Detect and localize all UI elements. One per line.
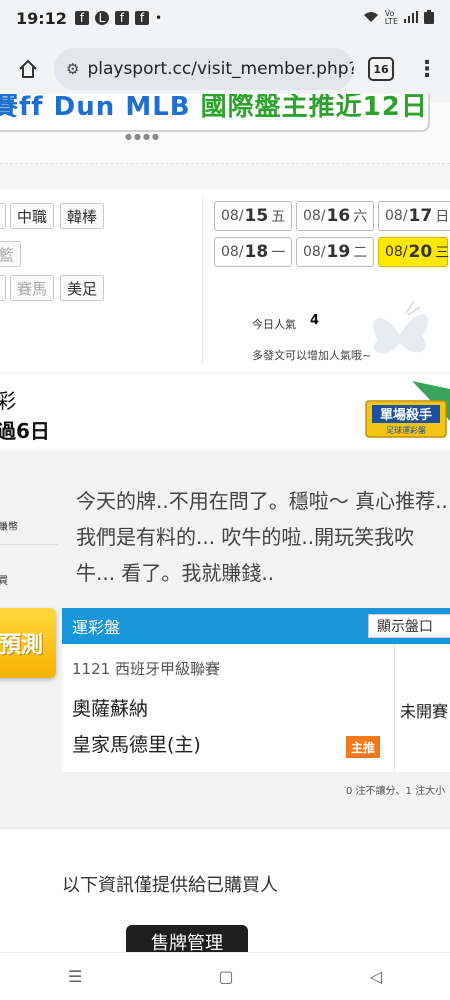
sport-button-partial[interactable]	[0, 275, 6, 301]
date-button-0819[interactable]: 08/19 二	[296, 237, 375, 267]
page-title: 彩	[0, 389, 16, 413]
notification-icons: f L f f •	[74, 11, 163, 25]
sport-button-horse-racing[interactable]: 賽馬	[10, 275, 55, 301]
badge-sub-text: 足球運彩盤	[386, 425, 426, 435]
divider	[202, 197, 203, 365]
more-notifications-icon: •	[154, 11, 163, 25]
facebook-icon: f	[134, 11, 149, 25]
recent-apps-icon[interactable]: ☰	[68, 967, 82, 986]
title-area: 彩 過6日 單場殺手 足球運彩盤	[0, 372, 450, 450]
tab-count: 16	[373, 62, 389, 76]
system-status-icons: Vo LTE	[363, 9, 434, 27]
bottom-area: 以下資訊僅提供給已購買人 售牌管理	[0, 828, 450, 953]
sport-button-basketball[interactable]: 籃	[0, 241, 22, 267]
home-team: 皇家馬德里(主)	[72, 734, 201, 756]
spacer	[0, 164, 450, 188]
away-team: 奧薩蘇納	[72, 698, 149, 720]
site-settings-icon[interactable]: ⚙	[66, 60, 79, 78]
line-icon: L	[94, 11, 109, 25]
tab-switcher-button[interactable]: 16	[368, 57, 394, 81]
date-button-0816[interactable]: 08/16 六	[296, 201, 375, 231]
sport-button-partial[interactable]	[0, 203, 6, 229]
sidebar-item-buy[interactable]: 買	[0, 572, 8, 587]
sport-button-kbo[interactable]: 韓棒	[60, 203, 105, 229]
odds-panel-header: 運彩盤 顯示盤口	[62, 608, 450, 644]
wifi-icon	[363, 11, 379, 26]
odds-panel: 運彩盤 顯示盤口 1121 西班牙甲級聯賽 奧薩蘇納 皇家馬德里(主) 主推 未…	[62, 608, 450, 772]
banner-text-green: 國際盤主推近12日過11	[200, 94, 428, 122]
buyer-info-text: 以下資訊僅提供給已購買人	[62, 875, 278, 896]
date-button-0818[interactable]: 08/18 一	[214, 237, 293, 267]
status-bar: 19:12 f L f f • Vo LTE	[0, 0, 450, 36]
status-time: 19:12	[16, 8, 67, 28]
divider	[394, 644, 395, 772]
battery-icon	[424, 9, 434, 27]
popularity-label: 今日人氣	[252, 318, 296, 331]
main-pick-badge: 主推	[346, 736, 381, 758]
volte-icon: Vo LTE	[384, 9, 398, 26]
signal-icon	[404, 10, 418, 26]
carousel-dots[interactable]: ●●●●	[125, 132, 161, 141]
league-label: 1121 西班牙甲級聯賽	[72, 660, 220, 678]
spacer	[0, 450, 450, 480]
predict-button[interactable]: 預測	[0, 608, 56, 678]
odds-panel-title: 運彩盤	[72, 618, 121, 637]
butterfly-icon	[373, 300, 429, 354]
home-icon[interactable]	[12, 53, 44, 85]
sidebar-item-coins[interactable]: 賺幣	[0, 518, 18, 533]
badge-main-text: 單場殺手	[380, 407, 432, 423]
banner[interactable]: 賽ff Dun MLB 國際盤主推近12日過11	[0, 94, 430, 132]
sell-management-button[interactable]: 售牌管理	[126, 925, 248, 953]
facebook-icon: f	[74, 11, 89, 25]
system-nav-bar: ☰ ▢ ◁	[0, 952, 450, 1000]
popularity-value: 4	[310, 313, 320, 328]
date-button-0817[interactable]: 08/17 日	[378, 201, 450, 231]
left-sidebar: 賺幣 買 預測	[0, 480, 58, 828]
back-icon[interactable]: ◁	[370, 967, 382, 986]
sport-button-nfl[interactable]: 美足	[60, 275, 105, 301]
sport-button-cpbl[interactable]: 中職	[10, 203, 55, 229]
url-text: playsport.cc/visit_member.php?vi	[87, 59, 354, 79]
banner-area: 賽ff Dun MLB 國際盤主推近12日過11	[0, 94, 450, 164]
single-game-killer-badge: 單場殺手 足球運彩盤	[365, 381, 450, 438]
show-odds-button[interactable]: 顯示盤口	[368, 614, 450, 638]
match-status: 未開賽	[400, 702, 449, 721]
browser-toolbar: ⚙ playsport.cc/visit_member.php?vi 16 ⋮	[0, 36, 450, 102]
more-menu-icon[interactable]: ⋮	[416, 57, 438, 82]
date-button-0820-active[interactable]: 08/20 三	[378, 237, 449, 267]
divider	[0, 544, 58, 545]
banner-text: 賽ff Dun MLB 國際盤主推近12日過11	[0, 94, 428, 123]
banner-text-blue: 賽ff Dun MLB	[0, 94, 201, 122]
address-bar[interactable]: ⚙ playsport.cc/visit_member.php?vi	[54, 48, 354, 90]
pick-summary-note: 0 注不讓分、1 注大小	[346, 786, 446, 797]
page-subtitle: 過6日	[0, 419, 50, 443]
sports-nav-area: 中職 韓棒 籃 賽馬 美足 08/15 五 08/16 六 08/17 日 08/18…	[0, 188, 450, 372]
home-button-icon[interactable]: ▢	[218, 967, 233, 986]
popularity-hint: 多發文可以增加人氣哦~	[252, 349, 372, 362]
article-body: 今天的牌..不用在問了。穩啦～ 真心推荐..我們是有料的... 吹牛的啦..開玩…	[76, 489, 448, 585]
article-section: 賺幣 買 預測 今天的牌..不用在問了。穩啦～ 真心推荐..我們是有料的... …	[0, 480, 450, 828]
facebook-icon: f	[114, 11, 129, 25]
date-button-0815[interactable]: 08/15 五	[214, 201, 293, 231]
